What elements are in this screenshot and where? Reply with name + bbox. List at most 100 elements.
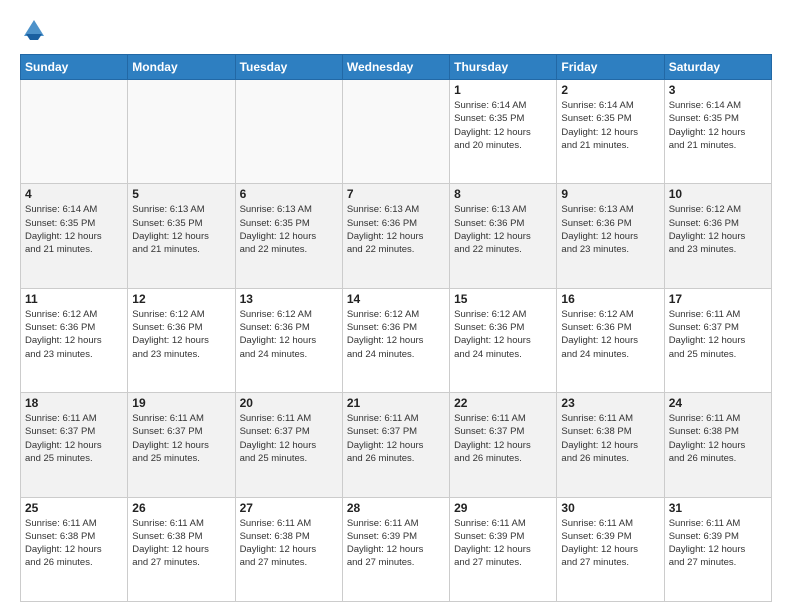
day-number: 2 <box>561 83 659 97</box>
day-number: 13 <box>240 292 338 306</box>
weekday-header-tuesday: Tuesday <box>235 55 342 80</box>
logo-icon <box>20 16 48 44</box>
day-number: 23 <box>561 396 659 410</box>
calendar-cell: 12 Sunrise: 6:12 AM Sunset: 6:36 PM Dayli… <box>128 288 235 392</box>
calendar-cell: 16 Sunrise: 6:12 AM Sunset: 6:36 PM Dayli… <box>557 288 664 392</box>
calendar-table: SundayMondayTuesdayWednesdayThursdayFrid… <box>20 54 772 602</box>
day-number: 10 <box>669 187 767 201</box>
calendar-cell: 23 Sunrise: 6:11 AM Sunset: 6:38 PM Dayli… <box>557 393 664 497</box>
weekday-header-friday: Friday <box>557 55 664 80</box>
weekday-header-monday: Monday <box>128 55 235 80</box>
day-number: 5 <box>132 187 230 201</box>
day-info: Sunrise: 6:11 AM Sunset: 6:38 PM Dayligh… <box>25 517 123 570</box>
calendar-cell: 13 Sunrise: 6:12 AM Sunset: 6:36 PM Dayli… <box>235 288 342 392</box>
day-info: Sunrise: 6:14 AM Sunset: 6:35 PM Dayligh… <box>669 99 767 152</box>
calendar-cell: 14 Sunrise: 6:12 AM Sunset: 6:36 PM Dayli… <box>342 288 449 392</box>
day-number: 28 <box>347 501 445 515</box>
calendar-cell: 31 Sunrise: 6:11 AM Sunset: 6:39 PM Dayli… <box>664 497 771 601</box>
day-number: 31 <box>669 501 767 515</box>
day-info: Sunrise: 6:11 AM Sunset: 6:39 PM Dayligh… <box>454 517 552 570</box>
logo <box>20 16 52 44</box>
calendar-cell: 10Sunrise: 6:12 AM Sunset: 6:36 PM Dayli… <box>664 184 771 288</box>
day-number: 22 <box>454 396 552 410</box>
day-info: Sunrise: 6:11 AM Sunset: 6:37 PM Dayligh… <box>132 412 230 465</box>
day-info: Sunrise: 6:11 AM Sunset: 6:37 PM Dayligh… <box>240 412 338 465</box>
day-info: Sunrise: 6:11 AM Sunset: 6:37 PM Dayligh… <box>669 308 767 361</box>
day-number: 24 <box>669 396 767 410</box>
day-info: Sunrise: 6:13 AM Sunset: 6:36 PM Dayligh… <box>347 203 445 256</box>
calendar-cell: 27 Sunrise: 6:11 AM Sunset: 6:38 PM Dayli… <box>235 497 342 601</box>
calendar-week-5: 25 Sunrise: 6:11 AM Sunset: 6:38 PM Dayli… <box>21 497 772 601</box>
day-info: Sunrise: 6:11 AM Sunset: 6:38 PM Dayligh… <box>132 517 230 570</box>
day-info: Sunrise: 6:11 AM Sunset: 6:38 PM Dayligh… <box>561 412 659 465</box>
day-info: Sunrise: 6:14 AM Sunset: 6:35 PM Dayligh… <box>25 203 123 256</box>
calendar-cell: 29 Sunrise: 6:11 AM Sunset: 6:39 PM Dayli… <box>450 497 557 601</box>
calendar-cell: 26 Sunrise: 6:11 AM Sunset: 6:38 PM Dayli… <box>128 497 235 601</box>
calendar-cell <box>235 80 342 184</box>
calendar-cell <box>21 80 128 184</box>
day-number: 1 <box>454 83 552 97</box>
calendar-cell: 30 Sunrise: 6:11 AM Sunset: 6:39 PM Dayli… <box>557 497 664 601</box>
day-number: 15 <box>454 292 552 306</box>
day-info: Sunrise: 6:11 AM Sunset: 6:39 PM Dayligh… <box>347 517 445 570</box>
calendar-cell: 7Sunrise: 6:13 AM Sunset: 6:36 PM Daylig… <box>342 184 449 288</box>
day-info: Sunrise: 6:11 AM Sunset: 6:37 PM Dayligh… <box>347 412 445 465</box>
calendar-cell <box>342 80 449 184</box>
day-info: Sunrise: 6:12 AM Sunset: 6:36 PM Dayligh… <box>454 308 552 361</box>
calendar-cell: 9Sunrise: 6:13 AM Sunset: 6:36 PM Daylig… <box>557 184 664 288</box>
day-number: 18 <box>25 396 123 410</box>
calendar-cell: 4 Sunrise: 6:14 AM Sunset: 6:35 PM Daylig… <box>21 184 128 288</box>
calendar-week-2: 4 Sunrise: 6:14 AM Sunset: 6:35 PM Daylig… <box>21 184 772 288</box>
calendar-cell: 24 Sunrise: 6:11 AM Sunset: 6:38 PM Dayli… <box>664 393 771 497</box>
day-number: 3 <box>669 83 767 97</box>
day-number: 9 <box>561 187 659 201</box>
day-number: 12 <box>132 292 230 306</box>
day-info: Sunrise: 6:12 AM Sunset: 6:36 PM Dayligh… <box>347 308 445 361</box>
weekday-header-wednesday: Wednesday <box>342 55 449 80</box>
calendar-cell: 5 Sunrise: 6:13 AM Sunset: 6:35 PM Daylig… <box>128 184 235 288</box>
header <box>20 16 772 44</box>
day-info: Sunrise: 6:11 AM Sunset: 6:37 PM Dayligh… <box>454 412 552 465</box>
calendar-week-4: 18 Sunrise: 6:11 AM Sunset: 6:37 PM Dayli… <box>21 393 772 497</box>
day-number: 27 <box>240 501 338 515</box>
day-number: 14 <box>347 292 445 306</box>
calendar-cell: 21Sunrise: 6:11 AM Sunset: 6:37 PM Dayli… <box>342 393 449 497</box>
weekday-header-row: SundayMondayTuesdayWednesdayThursdayFrid… <box>21 55 772 80</box>
day-info: Sunrise: 6:11 AM Sunset: 6:38 PM Dayligh… <box>669 412 767 465</box>
calendar-cell: 28 Sunrise: 6:11 AM Sunset: 6:39 PM Dayli… <box>342 497 449 601</box>
day-info: Sunrise: 6:13 AM Sunset: 6:35 PM Dayligh… <box>240 203 338 256</box>
calendar-cell: 2 Sunrise: 6:14 AM Sunset: 6:35 PM Daylig… <box>557 80 664 184</box>
day-info: Sunrise: 6:13 AM Sunset: 6:35 PM Dayligh… <box>132 203 230 256</box>
day-number: 26 <box>132 501 230 515</box>
calendar-cell: 17 Sunrise: 6:11 AM Sunset: 6:37 PM Dayli… <box>664 288 771 392</box>
day-info: Sunrise: 6:11 AM Sunset: 6:38 PM Dayligh… <box>240 517 338 570</box>
weekday-header-thursday: Thursday <box>450 55 557 80</box>
calendar-cell: 8 Sunrise: 6:13 AM Sunset: 6:36 PM Daylig… <box>450 184 557 288</box>
day-number: 29 <box>454 501 552 515</box>
calendar-cell: 15 Sunrise: 6:12 AM Sunset: 6:36 PM Dayli… <box>450 288 557 392</box>
day-info: Sunrise: 6:11 AM Sunset: 6:39 PM Dayligh… <box>669 517 767 570</box>
day-info: Sunrise: 6:12 AM Sunset: 6:36 PM Dayligh… <box>561 308 659 361</box>
day-info: Sunrise: 6:13 AM Sunset: 6:36 PM Dayligh… <box>454 203 552 256</box>
day-info: Sunrise: 6:12 AM Sunset: 6:36 PM Dayligh… <box>240 308 338 361</box>
day-info: Sunrise: 6:12 AM Sunset: 6:36 PM Dayligh… <box>132 308 230 361</box>
day-number: 6 <box>240 187 338 201</box>
day-info: Sunrise: 6:14 AM Sunset: 6:35 PM Dayligh… <box>561 99 659 152</box>
day-info: Sunrise: 6:11 AM Sunset: 6:39 PM Dayligh… <box>561 517 659 570</box>
calendar-cell: 18Sunrise: 6:11 AM Sunset: 6:37 PM Dayli… <box>21 393 128 497</box>
calendar-cell: 22 Sunrise: 6:11 AM Sunset: 6:37 PM Dayli… <box>450 393 557 497</box>
day-info: Sunrise: 6:12 AM Sunset: 6:36 PM Dayligh… <box>25 308 123 361</box>
day-number: 17 <box>669 292 767 306</box>
day-number: 16 <box>561 292 659 306</box>
day-number: 4 <box>25 187 123 201</box>
calendar-cell: 3 Sunrise: 6:14 AM Sunset: 6:35 PM Daylig… <box>664 80 771 184</box>
weekday-header-saturday: Saturday <box>664 55 771 80</box>
day-number: 8 <box>454 187 552 201</box>
day-number: 19 <box>132 396 230 410</box>
calendar-cell: 11Sunrise: 6:12 AM Sunset: 6:36 PM Dayli… <box>21 288 128 392</box>
calendar-week-1: 1 Sunrise: 6:14 AM Sunset: 6:35 PM Daylig… <box>21 80 772 184</box>
day-number: 30 <box>561 501 659 515</box>
day-number: 25 <box>25 501 123 515</box>
day-info: Sunrise: 6:14 AM Sunset: 6:35 PM Dayligh… <box>454 99 552 152</box>
calendar-cell <box>128 80 235 184</box>
